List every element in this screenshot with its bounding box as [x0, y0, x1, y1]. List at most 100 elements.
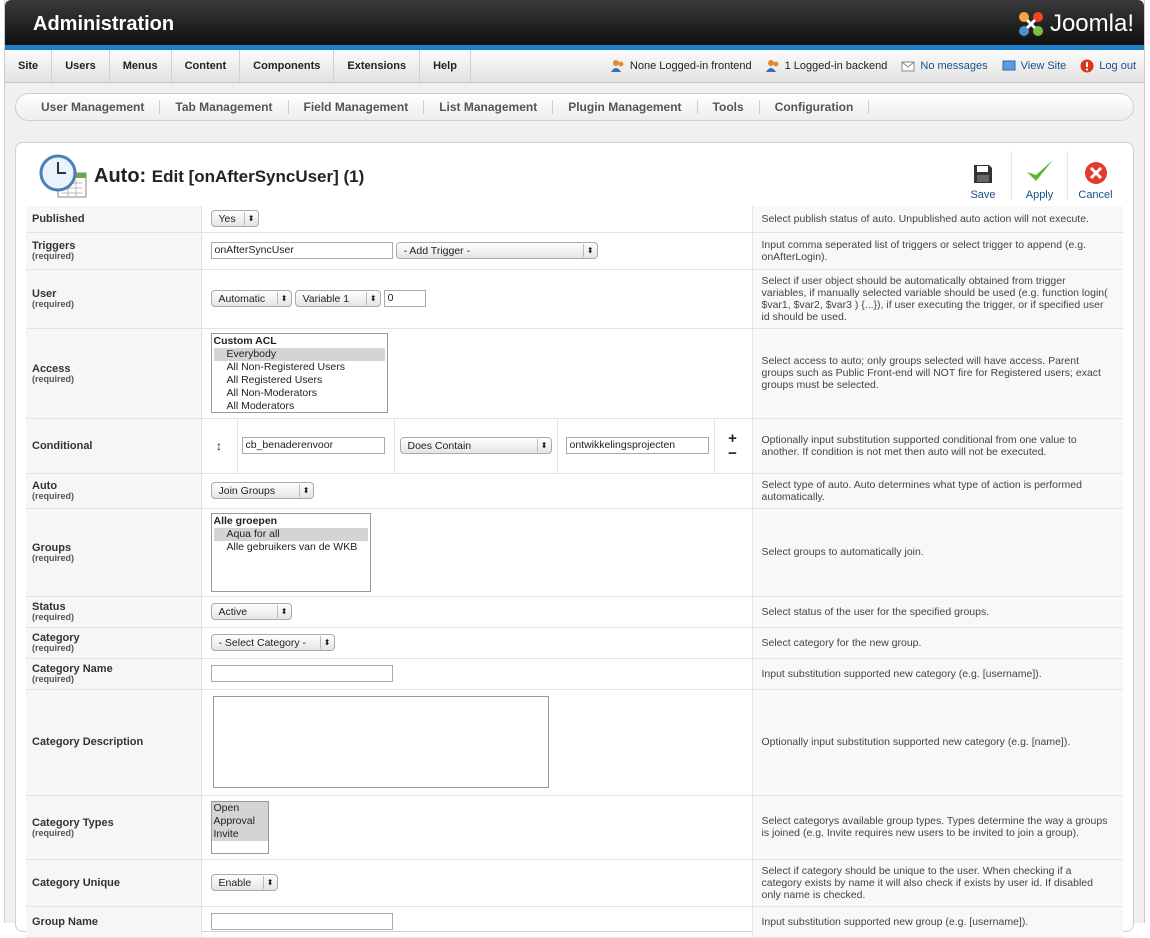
- access-option[interactable]: Everybody: [213, 348, 385, 361]
- menubar: Site Users Menus Content Components Exte…: [5, 50, 1144, 83]
- groups-header: Alle groepen: [213, 514, 278, 527]
- admin-title: Administration: [33, 13, 175, 35]
- select-arrows-icon: ⬍: [243, 212, 255, 226]
- category-select[interactable]: - Select Category - ⬍: [210, 634, 335, 651]
- access-option[interactable]: All Registered Users: [214, 374, 385, 387]
- triggers-input[interactable]: onAfterSyncUser: [210, 242, 393, 259]
- row-category: Category (required) - Select Category - ⬍ …: [26, 627, 1123, 659]
- subnav-list-management[interactable]: List Management: [424, 100, 554, 114]
- logout-link[interactable]: Log out: [1080, 59, 1136, 73]
- label-access: Access: [32, 362, 71, 375]
- subnav-configuration[interactable]: Configuration: [760, 100, 870, 114]
- category-types-listbox[interactable]: Open Approval Invite: [210, 800, 269, 854]
- user-mode-value: Automatic: [218, 292, 266, 305]
- select-arrows-icon: ⬍: [262, 876, 274, 889]
- conditional-operator-select[interactable]: Does Contain ⬍: [399, 437, 552, 454]
- groups-option[interactable]: Aqua for all: [213, 527, 368, 541]
- access-option[interactable]: All Moderators: [214, 400, 385, 413]
- category-name-input[interactable]: [210, 665, 393, 682]
- groups-listbox[interactable]: Alle groepen Aqua for all Alle gebruiker…: [210, 512, 371, 592]
- conditional-field-input[interactable]: cb_benaderenvoor: [241, 437, 385, 454]
- add-trigger-value: - Add Trigger -: [403, 244, 471, 257]
- add-condition-button[interactable]: +: [728, 431, 737, 446]
- subnav-tools[interactable]: Tools: [698, 100, 760, 114]
- category-type-option[interactable]: Approval: [211, 814, 268, 828]
- subnav-user-management[interactable]: User Management: [26, 100, 161, 114]
- select-arrows-icon: ⬍: [298, 484, 310, 497]
- user-variable-select[interactable]: Variable 1 ⬍: [294, 290, 381, 307]
- envelope-icon: [901, 61, 915, 72]
- conditional-value-input[interactable]: ontwikkelingsprojecten: [565, 437, 709, 454]
- apply-button[interactable]: Apply: [1011, 151, 1067, 201]
- menu-users[interactable]: Users: [52, 50, 110, 82]
- required-marker: (required): [32, 373, 75, 384]
- subnav-field-management[interactable]: Field Management: [289, 100, 425, 114]
- user-mode-select[interactable]: Automatic ⬍: [210, 290, 292, 307]
- select-arrows-icon: ⬍: [276, 292, 288, 305]
- required-marker: (required): [32, 552, 75, 563]
- select-arrows-icon: ⬍: [536, 439, 548, 452]
- required-marker: (required): [32, 251, 75, 261]
- row-status: Status (required) Active ⬍ Select status o…: [26, 596, 1123, 628]
- category-unique-select[interactable]: Enable ⬍: [210, 874, 278, 891]
- desc-category-types: Select categorys available group types. …: [752, 795, 1123, 860]
- messages-text[interactable]: No messages: [920, 60, 987, 72]
- cancel-label: Cancel: [1078, 189, 1113, 201]
- add-trigger-select[interactable]: - Add Trigger - ⬍: [395, 242, 598, 259]
- desc-category-name: Input substitution supported new categor…: [752, 658, 1123, 690]
- published-select[interactable]: Yes ⬍: [210, 210, 259, 228]
- row-triggers: Triggers (required) onAfterSyncUser - Add…: [26, 232, 1123, 270]
- access-option[interactable]: All Non-Registered Users: [214, 361, 385, 374]
- desc-category-description: Optionally input substitution supported …: [752, 689, 1123, 796]
- drag-handle-icon[interactable]: ↕: [202, 418, 238, 473]
- auto-type-select[interactable]: Join Groups ⬍: [210, 482, 314, 499]
- status-select[interactable]: Active ⬍: [210, 603, 292, 620]
- page-title-prefix: Auto:: [94, 164, 147, 187]
- desc-auto: Select type of auto. Auto determines wha…: [752, 473, 1123, 509]
- logout-text[interactable]: Log out: [1099, 60, 1136, 72]
- category-type-option[interactable]: Invite: [211, 827, 268, 841]
- save-button[interactable]: Save: [955, 151, 1011, 201]
- cancel-button[interactable]: Cancel: [1067, 151, 1123, 201]
- desc-user: Select if user object should be automati…: [752, 269, 1123, 329]
- select-arrows-icon: ⬍: [319, 636, 331, 649]
- access-listbox[interactable]: Custom ACL Everybody All Non-Registered …: [210, 333, 388, 413]
- desc-groups: Select groups to automatically join.: [752, 508, 1123, 597]
- select-arrows-icon: ⬍: [276, 605, 288, 618]
- user-variable-value: Variable 1: [302, 292, 350, 305]
- desc-triggers: Input comma seperated list of triggers o…: [752, 232, 1123, 270]
- desc-access: Select access to auto; only groups selec…: [752, 328, 1123, 419]
- required-marker: (required): [32, 491, 75, 501]
- messages-link[interactable]: No messages: [901, 60, 988, 72]
- view-site-link[interactable]: View Site: [1002, 60, 1067, 72]
- row-category-description: Category Description Optionally input su…: [26, 689, 1123, 796]
- access-option[interactable]: All Non-Moderators: [214, 387, 385, 400]
- users-icon: [610, 60, 624, 72]
- user-id-input[interactable]: 0: [383, 290, 426, 307]
- desc-published: Select publish status of auto. Unpublish…: [752, 206, 1123, 233]
- label-category-unique: Category Unique: [32, 876, 121, 889]
- conditional-row: ↕ cb_benaderenvoor Does Contain ⬍ ontwikk…: [202, 418, 752, 473]
- desc-conditional: Optionally input substitution supported …: [752, 418, 1123, 474]
- category-description-textarea[interactable]: [212, 696, 549, 788]
- group-name-input[interactable]: [210, 913, 393, 930]
- category-type-option[interactable]: Open: [211, 801, 268, 815]
- menu-help[interactable]: Help: [420, 50, 471, 82]
- menu-site[interactable]: Site: [5, 50, 53, 82]
- frontend-status: None Logged-in frontend: [610, 59, 752, 73]
- view-site-text[interactable]: View Site: [1021, 60, 1067, 72]
- menu-extensions[interactable]: Extensions: [334, 50, 421, 82]
- menu-menus[interactable]: Menus: [110, 50, 172, 82]
- cancel-icon: [1084, 162, 1107, 184]
- logout-icon: [1080, 59, 1094, 73]
- menu-components[interactable]: Components: [240, 50, 335, 82]
- users-icon: [765, 60, 779, 72]
- subnav-tab-management[interactable]: Tab Management: [160, 100, 289, 114]
- remove-condition-button[interactable]: −: [728, 446, 737, 461]
- groups-option[interactable]: Alle gebruikers van de WKB: [214, 541, 368, 554]
- label-category-description: Category Description: [32, 736, 144, 748]
- joomla-logo[interactable]: Joomla!: [1016, 9, 1134, 39]
- subnav-plugin-management[interactable]: Plugin Management: [553, 100, 698, 114]
- menu-content[interactable]: Content: [172, 50, 241, 82]
- frontend-status-text: None Logged-in frontend: [629, 60, 752, 72]
